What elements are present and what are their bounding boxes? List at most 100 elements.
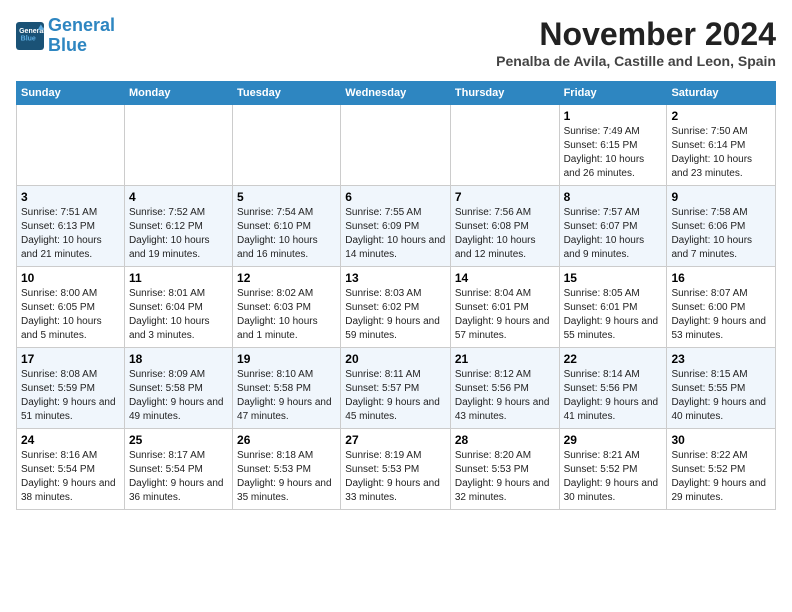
calendar-cell: 27Sunrise: 8:19 AM Sunset: 5:53 PM Dayli… xyxy=(341,429,451,510)
day-info: Sunrise: 7:54 AM Sunset: 6:10 PM Dayligh… xyxy=(237,206,336,262)
month-title: November 2024 xyxy=(496,16,776,53)
day-info: Sunrise: 8:21 AM Sunset: 5:52 PM Dayligh… xyxy=(564,449,663,505)
calendar-cell: 12 Sunrise: 8:02 AM Sunset: 6:03 PM Dayli… xyxy=(233,267,341,348)
day-number: 23 xyxy=(671,352,771,366)
day-info: Sunrise: 7:51 AM Sunset: 6:13 PM Dayligh… xyxy=(21,206,120,262)
day-info: Sunrise: 8:03 AM Sunset: 6:02 PM Dayligh… xyxy=(345,287,446,343)
calendar-cell: 22 Sunrise: 8:14 AM Sunset: 5:56 PM Dayli… xyxy=(559,348,667,429)
logo-text: General Blue xyxy=(48,16,115,56)
day-info: Sunrise: 8:12 AM Sunset: 5:56 PM Dayligh… xyxy=(455,368,555,424)
day-number: 24 xyxy=(21,433,120,447)
day-info: Sunrise: 7:57 AM Sunset: 6:07 PM Dayligh… xyxy=(564,206,663,262)
calendar-cell: 3 Sunrise: 7:51 AM Sunset: 6:13 PM Daylig… xyxy=(17,186,125,267)
logo: General Blue General Blue xyxy=(16,16,115,56)
calendar-cell: 28 Sunrise: 8:20 AM Sunset: 5:53 PM Dayli… xyxy=(450,429,559,510)
day-number: 11 xyxy=(129,271,228,285)
day-number: 12 xyxy=(237,271,336,285)
calendar-week-1: 1Sunrise: 7:49 AM Sunset: 6:15 PM Daylig… xyxy=(17,105,776,186)
day-info: Sunrise: 7:55 AM Sunset: 6:09 PM Dayligh… xyxy=(345,206,446,262)
day-number: 3 xyxy=(21,190,120,204)
day-number: 20 xyxy=(345,352,446,366)
calendar-cell: 14Sunrise: 8:04 AM Sunset: 6:01 PM Dayli… xyxy=(450,267,559,348)
day-number: 15 xyxy=(564,271,663,285)
calendar-cell: 1Sunrise: 7:49 AM Sunset: 6:15 PM Daylig… xyxy=(559,105,667,186)
weekday-header-friday: Friday xyxy=(559,82,667,105)
day-number: 28 xyxy=(455,433,555,447)
calendar-table: SundayMondayTuesdayWednesdayThursdayFrid… xyxy=(16,81,776,510)
day-number: 13 xyxy=(345,271,446,285)
day-number: 26 xyxy=(237,433,336,447)
calendar-cell: 25Sunrise: 8:17 AM Sunset: 5:54 PM Dayli… xyxy=(124,429,232,510)
day-info: Sunrise: 8:18 AM Sunset: 5:53 PM Dayligh… xyxy=(237,449,336,505)
day-info: Sunrise: 8:10 AM Sunset: 5:58 PM Dayligh… xyxy=(237,368,336,424)
location-subtitle: Penalba de Avila, Castille and Leon, Spa… xyxy=(496,53,776,69)
day-info: Sunrise: 7:58 AM Sunset: 6:06 PM Dayligh… xyxy=(671,206,771,262)
calendar-cell xyxy=(17,105,125,186)
day-info: Sunrise: 7:49 AM Sunset: 6:15 PM Dayligh… xyxy=(564,125,663,181)
day-number: 30 xyxy=(671,433,771,447)
day-info: Sunrise: 8:09 AM Sunset: 5:58 PM Dayligh… xyxy=(129,368,228,424)
calendar-cell: 8 Sunrise: 7:57 AM Sunset: 6:07 PM Daylig… xyxy=(559,186,667,267)
day-info: Sunrise: 7:52 AM Sunset: 6:12 PM Dayligh… xyxy=(129,206,228,262)
calendar-cell: 29 Sunrise: 8:21 AM Sunset: 5:52 PM Dayli… xyxy=(559,429,667,510)
calendar-cell: 13 Sunrise: 8:03 AM Sunset: 6:02 PM Dayli… xyxy=(341,267,451,348)
day-number: 4 xyxy=(129,190,228,204)
day-info: Sunrise: 8:16 AM Sunset: 5:54 PM Dayligh… xyxy=(21,449,120,505)
calendar-cell xyxy=(450,105,559,186)
day-number: 21 xyxy=(455,352,555,366)
day-number: 22 xyxy=(564,352,663,366)
calendar-cell: 18 Sunrise: 8:09 AM Sunset: 5:58 PM Dayli… xyxy=(124,348,232,429)
day-info: Sunrise: 8:19 AM Sunset: 5:53 PM Dayligh… xyxy=(345,449,446,505)
day-number: 18 xyxy=(129,352,228,366)
calendar-cell: 24 Sunrise: 8:16 AM Sunset: 5:54 PM Dayli… xyxy=(17,429,125,510)
day-number: 29 xyxy=(564,433,663,447)
calendar-week-5: 24 Sunrise: 8:16 AM Sunset: 5:54 PM Dayli… xyxy=(17,429,776,510)
calendar-cell: 15 Sunrise: 8:05 AM Sunset: 6:01 PM Dayli… xyxy=(559,267,667,348)
day-number: 2 xyxy=(671,109,771,123)
day-number: 5 xyxy=(237,190,336,204)
day-number: 14 xyxy=(455,271,555,285)
calendar-header-row: SundayMondayTuesdayWednesdayThursdayFrid… xyxy=(17,82,776,105)
day-info: Sunrise: 8:22 AM Sunset: 5:52 PM Dayligh… xyxy=(671,449,771,505)
calendar-cell: 2 Sunrise: 7:50 AM Sunset: 6:14 PM Daylig… xyxy=(667,105,776,186)
calendar-cell: 10 Sunrise: 8:00 AM Sunset: 6:05 PM Dayli… xyxy=(17,267,125,348)
day-number: 8 xyxy=(564,190,663,204)
day-info: Sunrise: 8:17 AM Sunset: 5:54 PM Dayligh… xyxy=(129,449,228,505)
calendar-cell: 30 Sunrise: 8:22 AM Sunset: 5:52 PM Dayli… xyxy=(667,429,776,510)
calendar-cell: 7 Sunrise: 7:56 AM Sunset: 6:08 PM Daylig… xyxy=(450,186,559,267)
svg-text:Blue: Blue xyxy=(21,35,36,42)
day-info: Sunrise: 8:01 AM Sunset: 6:04 PM Dayligh… xyxy=(129,287,228,343)
day-info: Sunrise: 8:20 AM Sunset: 5:53 PM Dayligh… xyxy=(455,449,555,505)
weekday-header-sunday: Sunday xyxy=(17,82,125,105)
day-number: 7 xyxy=(455,190,555,204)
day-number: 16 xyxy=(671,271,771,285)
weekday-header-tuesday: Tuesday xyxy=(233,82,341,105)
day-info: Sunrise: 7:56 AM Sunset: 6:08 PM Dayligh… xyxy=(455,206,555,262)
calendar-week-3: 10 Sunrise: 8:00 AM Sunset: 6:05 PM Dayli… xyxy=(17,267,776,348)
day-info: Sunrise: 8:08 AM Sunset: 5:59 PM Dayligh… xyxy=(21,368,120,424)
calendar-cell: 6Sunrise: 7:55 AM Sunset: 6:09 PM Daylig… xyxy=(341,186,451,267)
day-info: Sunrise: 8:02 AM Sunset: 6:03 PM Dayligh… xyxy=(237,287,336,343)
day-info: Sunrise: 8:05 AM Sunset: 6:01 PM Dayligh… xyxy=(564,287,663,343)
day-number: 17 xyxy=(21,352,120,366)
weekday-header-thursday: Thursday xyxy=(450,82,559,105)
day-info: Sunrise: 8:14 AM Sunset: 5:56 PM Dayligh… xyxy=(564,368,663,424)
calendar-cell: 9 Sunrise: 7:58 AM Sunset: 6:06 PM Daylig… xyxy=(667,186,776,267)
calendar-cell: 20Sunrise: 8:11 AM Sunset: 5:57 PM Dayli… xyxy=(341,348,451,429)
calendar-cell: 11 Sunrise: 8:01 AM Sunset: 6:04 PM Dayli… xyxy=(124,267,232,348)
weekday-header-wednesday: Wednesday xyxy=(341,82,451,105)
calendar-cell: 16Sunrise: 8:07 AM Sunset: 6:00 PM Dayli… xyxy=(667,267,776,348)
day-number: 9 xyxy=(671,190,771,204)
calendar-cell: 21 Sunrise: 8:12 AM Sunset: 5:56 PM Dayli… xyxy=(450,348,559,429)
title-section: November 2024 Penalba de Avila, Castille… xyxy=(496,16,776,69)
day-info: Sunrise: 8:15 AM Sunset: 5:55 PM Dayligh… xyxy=(671,368,771,424)
calendar-cell xyxy=(124,105,232,186)
calendar-cell: 23 Sunrise: 8:15 AM Sunset: 5:55 PM Dayli… xyxy=(667,348,776,429)
calendar-cell xyxy=(341,105,451,186)
calendar-week-4: 17 Sunrise: 8:08 AM Sunset: 5:59 PM Dayli… xyxy=(17,348,776,429)
day-info: Sunrise: 7:50 AM Sunset: 6:14 PM Dayligh… xyxy=(671,125,771,181)
day-info: Sunrise: 8:00 AM Sunset: 6:05 PM Dayligh… xyxy=(21,287,120,343)
day-number: 10 xyxy=(21,271,120,285)
calendar-week-2: 3 Sunrise: 7:51 AM Sunset: 6:13 PM Daylig… xyxy=(17,186,776,267)
calendar-cell: 5 Sunrise: 7:54 AM Sunset: 6:10 PM Daylig… xyxy=(233,186,341,267)
